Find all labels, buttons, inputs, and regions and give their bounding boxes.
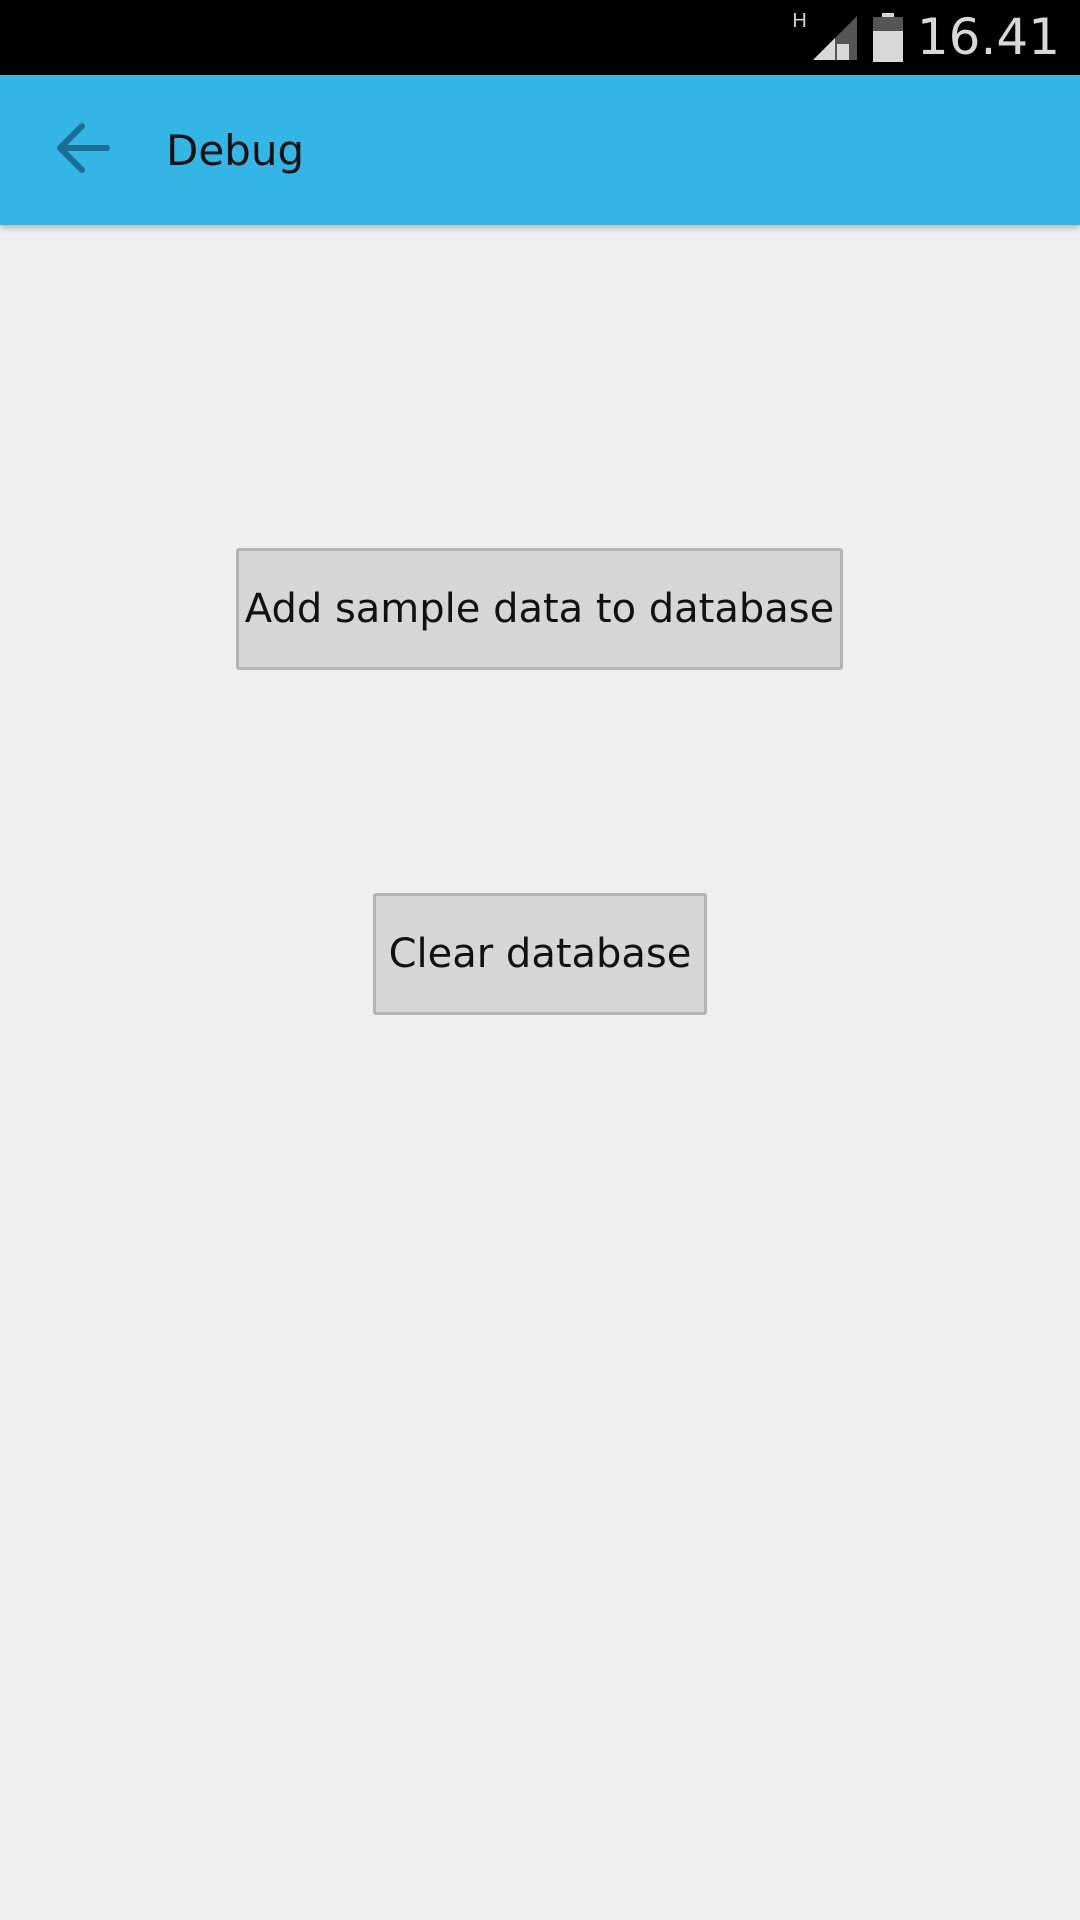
back-button[interactable]	[28, 95, 138, 205]
app-bar: Debug	[0, 75, 1080, 225]
status-time: 16.41	[916, 8, 1060, 66]
signal-icon	[811, 14, 859, 62]
page-title: Debug	[166, 125, 305, 175]
arrow-left-icon	[55, 123, 111, 177]
network-type-label: H	[792, 10, 807, 32]
status-bar: H 16.41	[0, 0, 1080, 75]
clear-database-button[interactable]: Clear database	[373, 893, 707, 1015]
battery-icon	[871, 12, 905, 63]
main-content: Add sample data to database Clear databa…	[0, 225, 1080, 1920]
status-icons: H 16.41	[792, 0, 1060, 75]
add-sample-data-button[interactable]: Add sample data to database	[236, 548, 843, 670]
